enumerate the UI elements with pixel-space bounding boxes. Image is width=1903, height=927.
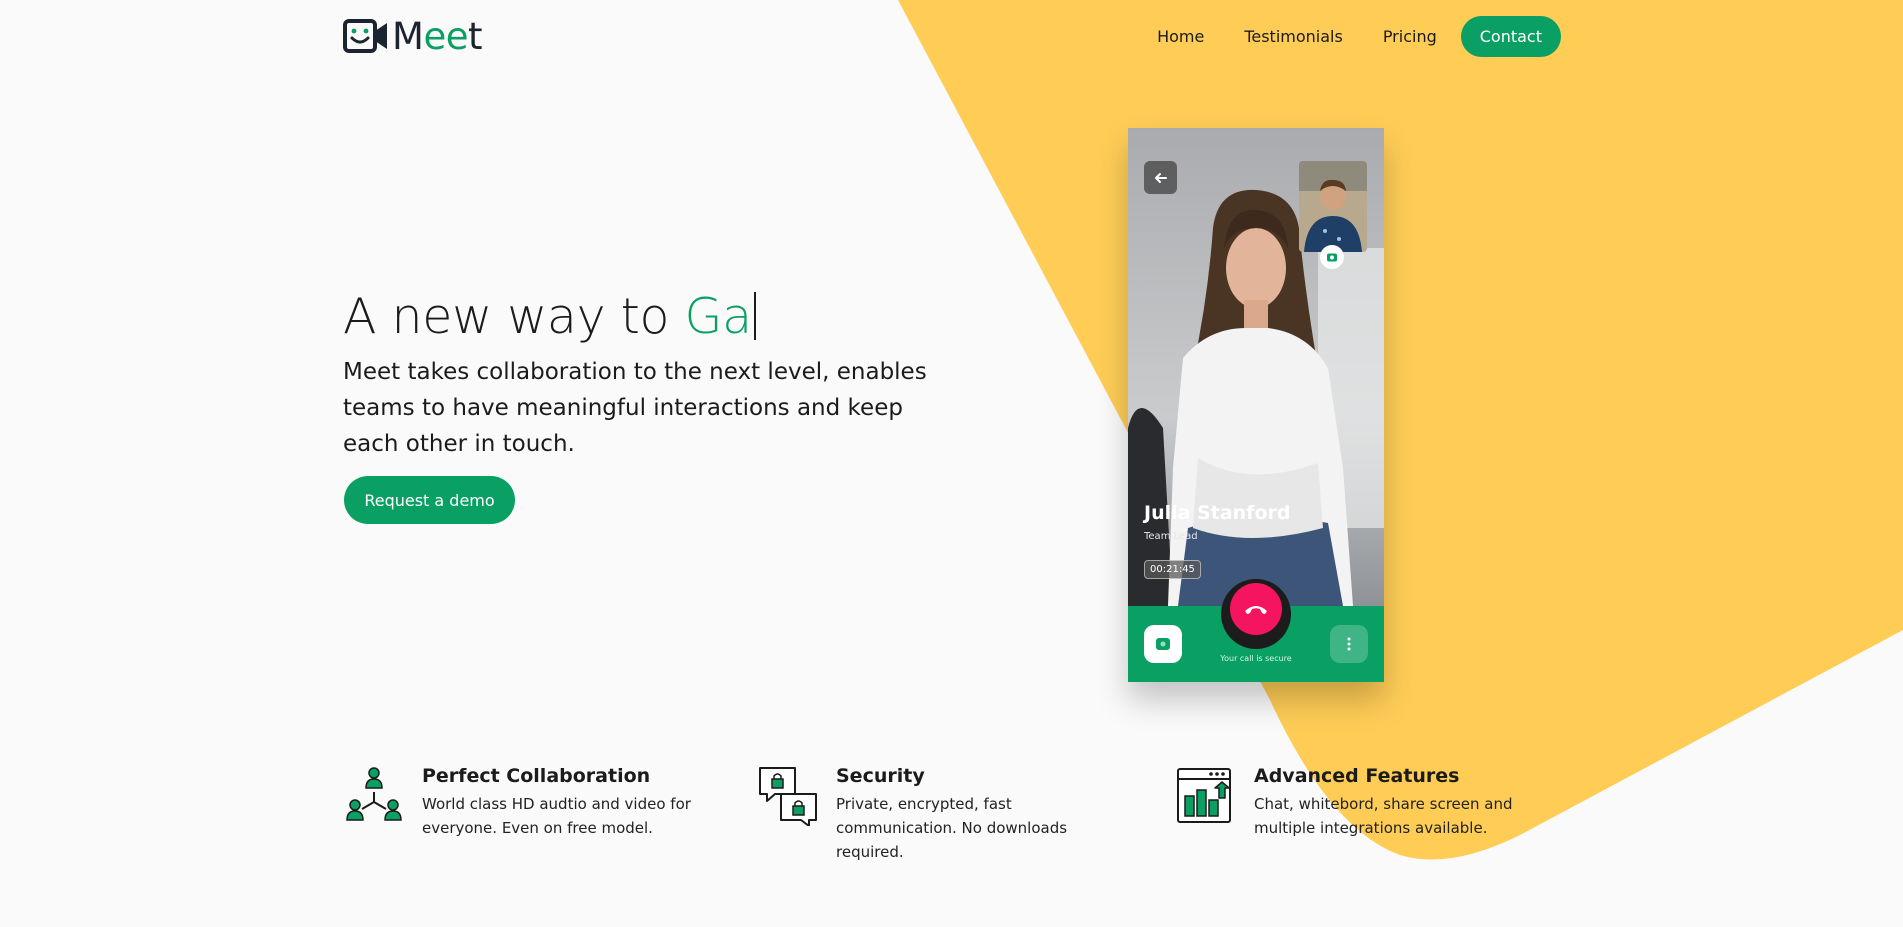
hero-description: Meet takes collaboration to the next lev… xyxy=(343,359,927,457)
caller-role: Team Lead xyxy=(1144,531,1198,542)
camera-icon xyxy=(1327,253,1337,262)
logo[interactable]: Meet xyxy=(343,17,482,57)
call-timer: 00:21:45 xyxy=(1144,560,1201,579)
camera-smile-icon xyxy=(343,19,387,53)
analytics-window-icon xyxy=(1177,768,1231,823)
feature-title: Advanced Features xyxy=(1254,765,1460,787)
video-camera-icon xyxy=(1156,638,1170,650)
hero-title: A new way to Ga xyxy=(343,288,756,345)
hangup-button[interactable] xyxy=(1230,583,1282,635)
feature-text: Private, encrypted, fast communication. … xyxy=(836,795,1068,861)
logo-text: Meet xyxy=(392,15,482,58)
nav-pricing[interactable]: Pricing xyxy=(1363,17,1457,56)
feature-title: Security xyxy=(836,765,925,787)
feature-security: Security Private, encrypted, fast commun… xyxy=(757,764,1136,864)
site-header: Meet Home Testimonials Pricing Contact xyxy=(0,0,1903,74)
phone-call-mockup: Julia Stanford Team Lead 00:21:45 Your c… xyxy=(1128,128,1384,682)
self-view-video[interactable] xyxy=(1299,161,1367,252)
phone-hangup-icon xyxy=(1245,606,1267,614)
hero-title-typed: Ga xyxy=(684,288,753,345)
more-vertical-icon xyxy=(1347,637,1351,651)
self-view-image xyxy=(1299,161,1367,252)
arrow-left-icon xyxy=(1154,172,1167,183)
feature-text: Chat, whitebord, share screen and multip… xyxy=(1254,795,1513,837)
people-network-icon xyxy=(346,767,402,821)
nav-testimonials[interactable]: Testimonials xyxy=(1224,17,1363,56)
typing-cursor xyxy=(753,292,756,340)
switch-camera-button[interactable] xyxy=(1320,245,1344,269)
feature-advanced: Advanced Features Chat, whitebord, share… xyxy=(1175,764,1544,840)
nav-contact-button[interactable]: Contact xyxy=(1460,16,1561,57)
caller-name: Julia Stanford xyxy=(1144,502,1291,524)
nav-home[interactable]: Home xyxy=(1137,17,1224,56)
request-demo-button[interactable]: Request a demo xyxy=(344,476,515,524)
feature-title: Perfect Collaboration xyxy=(422,765,651,787)
hero-title-static: A new way to xyxy=(343,288,685,345)
call-secure-text: Your call is secure xyxy=(1220,654,1292,663)
feature-text: World class HD audtio and video for ever… xyxy=(422,795,691,837)
secure-chat-icon xyxy=(759,767,817,826)
feature-collaboration: Perfect Collaboration World class HD aud… xyxy=(343,764,707,840)
main-nav: Home Testimonials Pricing Contact xyxy=(1137,16,1561,57)
back-button[interactable] xyxy=(1144,161,1177,194)
